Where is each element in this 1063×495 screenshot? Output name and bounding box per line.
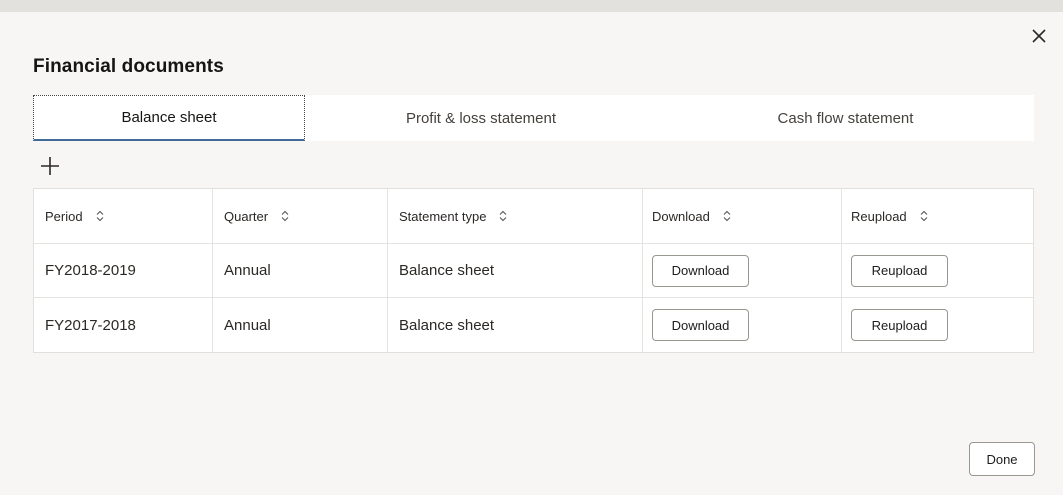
tab-profit-loss-statement[interactable]: Profit & loss statement (305, 95, 657, 141)
column-header-statement-type[interactable]: Statement type (388, 189, 643, 243)
column-header-label: Statement type (399, 208, 487, 224)
column-header-label: Period (45, 208, 83, 224)
statement-type-cell: Balance sheet (388, 298, 643, 352)
column-header-reupload[interactable]: Reupload (842, 189, 1033, 243)
sort-icon[interactable] (95, 210, 105, 222)
backdrop-strip (0, 0, 1063, 12)
statement-tabs: Balance sheet Profit & loss statement Ca… (33, 95, 1034, 141)
tab-cash-flow-statement[interactable]: Cash flow statement (657, 95, 1034, 141)
download-button[interactable]: Download (652, 309, 749, 341)
quarter-cell: Annual (213, 244, 388, 297)
reupload-cell: Reupload (842, 244, 1033, 297)
table-header-row: Period Quarter Statement type Download R… (34, 189, 1033, 244)
table-row: FY2017-2018 Annual Balance sheet Downloa… (34, 298, 1033, 352)
column-header-label: Quarter (224, 208, 269, 224)
sort-icon[interactable] (722, 210, 732, 222)
tab-label: Profit & loss statement (405, 109, 557, 127)
reupload-button[interactable]: Reupload (851, 254, 948, 287)
period-cell: FY2017-2018 (34, 298, 213, 352)
period-cell: FY2018-2019 (34, 244, 213, 297)
sort-icon[interactable] (919, 210, 929, 222)
quarter-cell: Annual (213, 298, 388, 352)
download-cell: Download (643, 298, 842, 352)
tab-label: Cash flow statement (777, 109, 914, 127)
done-button[interactable]: Done (969, 442, 1035, 476)
sort-icon[interactable] (280, 210, 290, 222)
reupload-cell: Reupload (842, 298, 1033, 352)
column-header-period[interactable]: Period (34, 189, 213, 243)
tab-label: Balance sheet (121, 109, 217, 126)
plus-icon[interactable] (38, 154, 62, 178)
table-row: FY2018-2019 Annual Balance sheet Downloa… (34, 244, 1033, 298)
download-button[interactable]: Download (652, 254, 749, 287)
column-header-label: Download (652, 208, 710, 224)
reupload-button[interactable]: Reupload (851, 309, 948, 341)
column-header-label: Reupload (851, 208, 907, 224)
sort-icon[interactable] (498, 210, 508, 222)
column-header-download[interactable]: Download (643, 189, 842, 243)
tab-balance-sheet[interactable]: Balance sheet (33, 95, 305, 141)
statement-type-cell: Balance sheet (388, 244, 643, 297)
column-header-quarter[interactable]: Quarter (213, 189, 388, 243)
documents-table: Period Quarter Statement type Download R… (33, 188, 1034, 353)
close-icon[interactable] (1029, 26, 1049, 46)
download-cell: Download (643, 244, 842, 297)
dialog-title: Financial documents (33, 56, 224, 77)
